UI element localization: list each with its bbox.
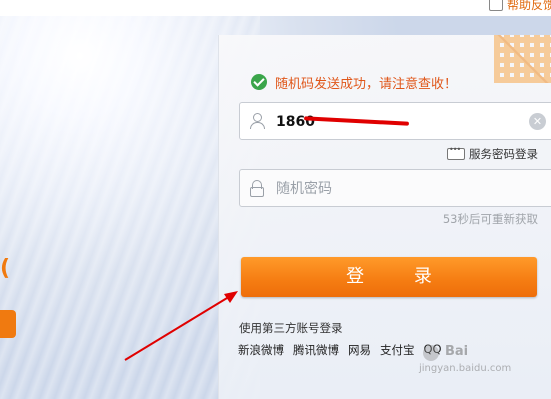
third-party-title: 使用第三方账号登录 <box>239 321 343 335</box>
third-party-weibo-tencent[interactable]: 腾讯微博 <box>293 342 339 358</box>
third-party-netease[interactable]: 网易 <box>348 342 371 358</box>
watermark-site: jingyan.baidu.com <box>419 363 512 374</box>
annotation-arrow <box>124 291 238 361</box>
left-brand-block <box>0 310 16 338</box>
check-circle-icon <box>251 74 267 90</box>
feedback-icon <box>488 0 503 11</box>
paw-icon <box>423 345 439 361</box>
clear-icon[interactable]: ✕ <box>529 113 546 130</box>
random-password-field[interactable] <box>239 169 551 207</box>
resend-countdown: 53秒后可重新获取 <box>442 212 538 226</box>
lock-icon <box>250 180 264 197</box>
service-login-label: 服务密码登录 <box>469 147 538 161</box>
random-password-input[interactable] <box>274 178 518 200</box>
watermark: Bai jingyan.baidu.com <box>419 344 523 375</box>
help-label: 帮助反馈 <box>506 0 551 12</box>
service-password-login[interactable]: 服务密码登录 <box>447 145 538 162</box>
user-icon <box>249 113 265 129</box>
third-party-alipay[interactable]: 支付宝 <box>380 342 415 358</box>
watermark-brand: Bai <box>445 344 469 359</box>
success-notice: 随机码发送成功，请注意查收！ <box>251 73 458 92</box>
help-link[interactable]: 帮助反馈 <box>488 0 551 13</box>
qr-code-corner[interactable] <box>494 35 551 83</box>
success-message: 随机码发送成功，请注意查收！ <box>275 76 458 92</box>
login-button[interactable]: 登 录 <box>241 257 537 297</box>
phone-field[interactable]: ✕ <box>239 102 551 140</box>
left-brand-fragment: ( <box>0 256 11 281</box>
third-party-links: 新浪微博 腾讯微博 网易 支付宝 QQ <box>238 342 442 358</box>
top-bar: 帮助反馈 <box>0 0 551 16</box>
keyboard-icon <box>447 145 465 160</box>
